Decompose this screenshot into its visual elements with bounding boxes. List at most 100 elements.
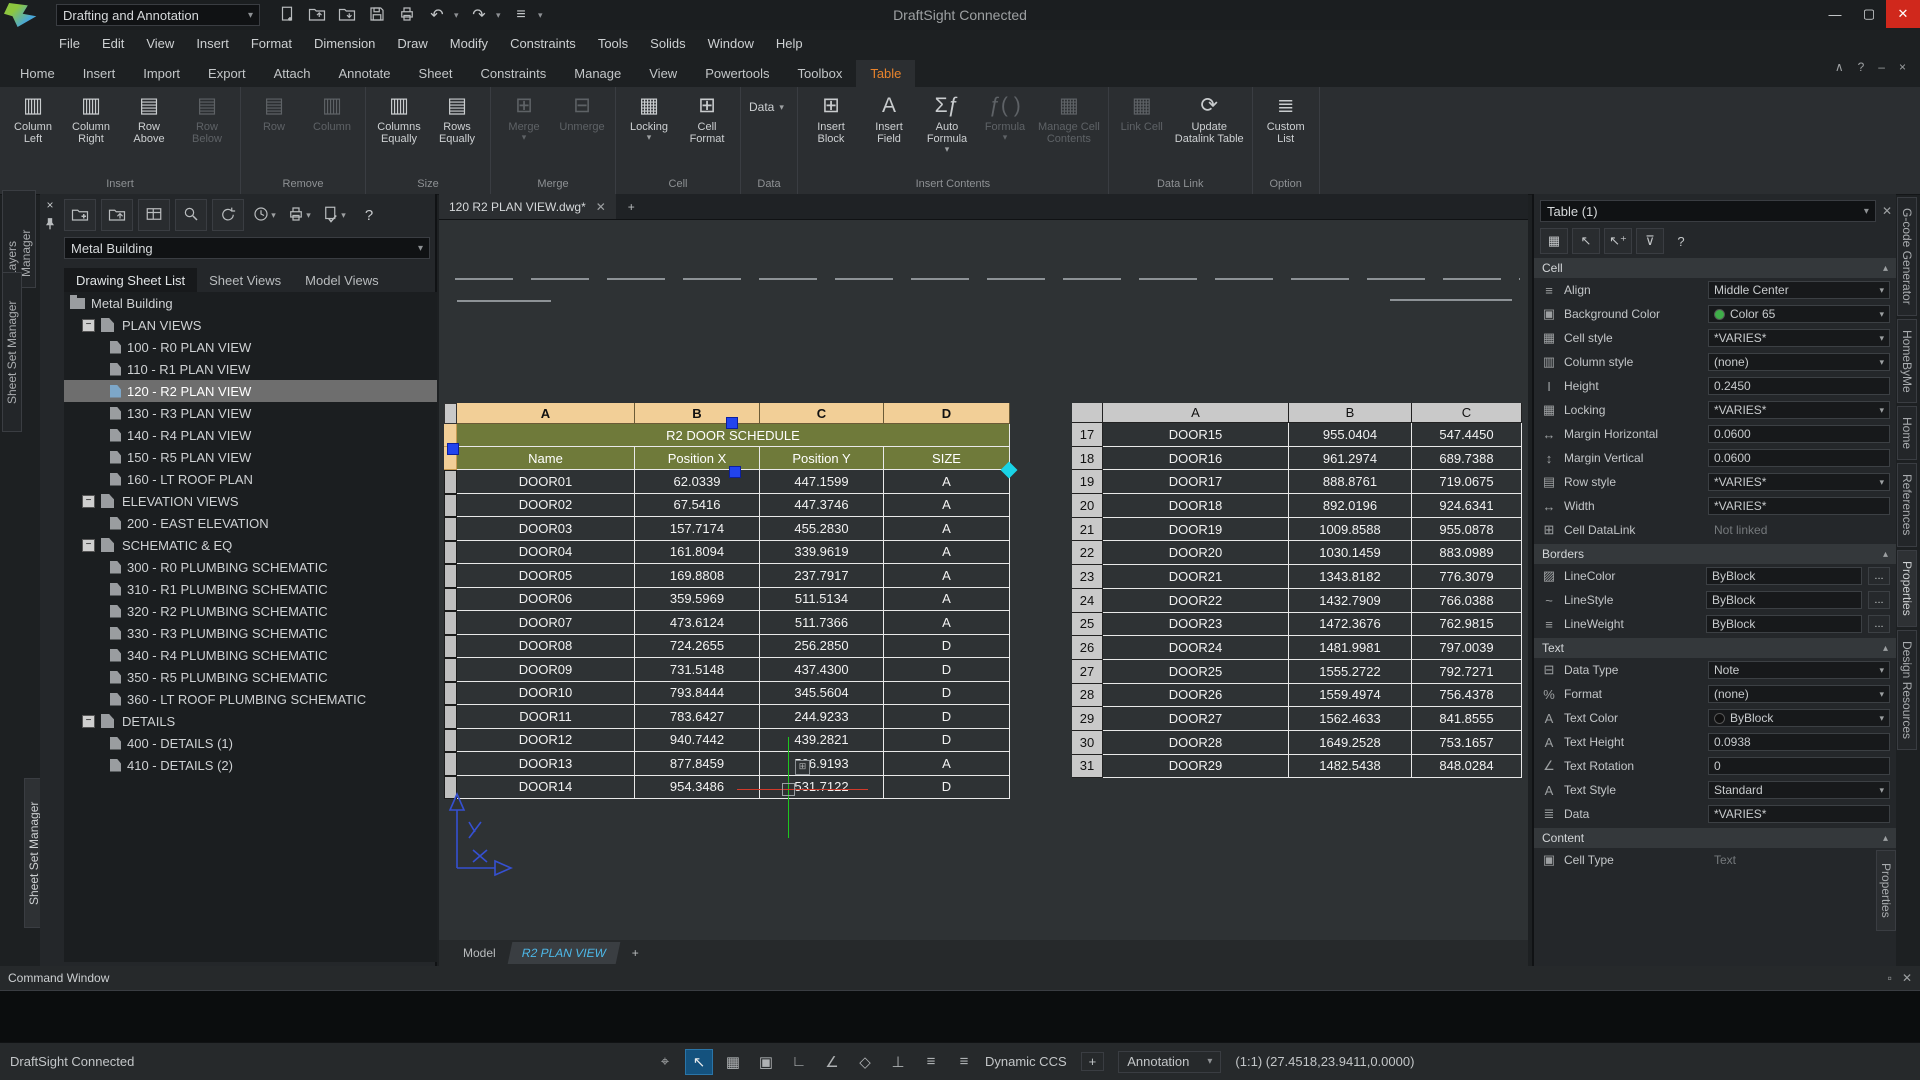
print-button[interactable]: [394, 3, 420, 27]
table-cell[interactable]: 892.0196: [1289, 494, 1412, 518]
property-value-dropdown[interactable]: Middle Center ▾: [1708, 281, 1890, 299]
table-cell[interactable]: 689.7388: [1412, 446, 1522, 471]
close-icon[interactable]: ×: [1899, 60, 1906, 74]
dock-tab-homebyme[interactable]: HomeByMe: [1897, 318, 1917, 404]
ribbon-button-column-left[interactable]: ▥ Column Left: [4, 89, 62, 174]
column-letter[interactable]: C: [1412, 403, 1522, 423]
new-sheet-set-button[interactable]: [64, 199, 96, 231]
property-value-field[interactable]: ByBlock: [1706, 615, 1862, 633]
property-value-dropdown[interactable]: ByBlock ▾: [1708, 709, 1890, 727]
ribbon-tab-attach[interactable]: Attach: [260, 60, 325, 87]
table-cell[interactable]: A: [884, 752, 1010, 776]
table-cell[interactable]: DOOR08: [457, 634, 635, 658]
row-number[interactable]: 31: [1072, 754, 1103, 779]
row-handle[interactable]: [444, 587, 457, 611]
table-cell[interactable]: 924.6341: [1412, 494, 1522, 518]
row-handle[interactable]: [444, 493, 457, 517]
tree-item-310-r1-plumbing-schematic[interactable]: 310 - R1 PLUMBING SCHEMATIC: [64, 578, 437, 600]
command-input-area[interactable]: [0, 990, 1920, 1042]
table-cell[interactable]: 345.5604: [760, 681, 884, 705]
table-cell[interactable]: D: [884, 728, 1010, 752]
collapse-icon[interactable]: −: [82, 494, 95, 508]
table-cell[interactable]: DOOR05: [457, 564, 635, 588]
ribbon-button-locking[interactable]: ▦ Locking ▾: [620, 89, 678, 174]
table-cell[interactable]: D: [884, 705, 1010, 729]
table-cell[interactable]: 161.8094: [635, 540, 760, 564]
row-handle[interactable]: [444, 705, 457, 729]
row-number[interactable]: 21: [1072, 517, 1103, 542]
table-cell[interactable]: 359.5969: [635, 587, 760, 611]
ribbon-tab-view[interactable]: View: [635, 60, 691, 87]
table-cell[interactable]: DOOR25: [1103, 659, 1289, 684]
new-sheet-tab-button[interactable]: +: [620, 942, 651, 964]
table-cell[interactable]: A: [884, 564, 1010, 588]
header-cell[interactable]: Position Y: [760, 447, 884, 470]
row-handle[interactable]: [444, 752, 457, 776]
table-cell[interactable]: D: [884, 775, 1010, 799]
tree-group-schematic-eq[interactable]: − SCHEMATIC & EQ: [64, 534, 437, 556]
section-header-text[interactable]: Text ▴: [1534, 638, 1896, 658]
menu-constraints[interactable]: Constraints: [499, 30, 587, 57]
property-value-dropdown[interactable]: *VARIES* ▾: [1708, 329, 1890, 347]
sheet-set-selector[interactable]: Metal Building ▾: [64, 237, 430, 259]
dock-tab-sheet-set-manager[interactable]: Sheet Set Manager: [2, 272, 22, 432]
close-document-icon[interactable]: ✕: [596, 200, 606, 214]
table-cell[interactable]: DOOR12: [457, 728, 635, 752]
collapse-icon[interactable]: −: [82, 318, 95, 332]
ellipsis-button[interactable]: ...: [1868, 615, 1890, 633]
property-value-dropdown[interactable]: Note ▾: [1708, 661, 1890, 679]
maximize-button[interactable]: ▢: [1852, 0, 1886, 28]
table-cell[interactable]: DOOR16: [1103, 446, 1289, 471]
lineweight-icon[interactable]: ≡: [951, 1050, 977, 1074]
ribbon-tab-home[interactable]: Home: [6, 60, 69, 87]
etrack-icon[interactable]: ⊥: [885, 1050, 911, 1074]
row-handle[interactable]: [444, 517, 457, 541]
table-cell[interactable]: 877.8459: [635, 752, 760, 776]
table-cell[interactable]: A: [884, 470, 1010, 494]
ribbon-button-row-above[interactable]: ▤ Row Above: [120, 89, 178, 174]
door-schedule-table[interactable]: A B C D R2 DOOR SCHEDULE Name Position X Positi…: [444, 403, 1010, 799]
tree-item-200-east-elevation[interactable]: 200 - EAST ELEVATION: [64, 512, 437, 534]
table-cell[interactable]: 841.8555: [1412, 707, 1522, 731]
table-cell[interactable]: 1481.9981: [1289, 636, 1412, 660]
table-cell[interactable]: A: [884, 587, 1010, 611]
open-sheet-set-button[interactable]: [101, 199, 133, 231]
menu-view[interactable]: View: [135, 30, 185, 57]
table-cell[interactable]: 1482.5438: [1289, 754, 1412, 779]
column-letter[interactable]: C: [760, 403, 884, 424]
row-number[interactable]: 19: [1072, 470, 1103, 495]
annotation-scale-selector[interactable]: Annotation ▾: [1118, 1050, 1222, 1073]
ribbon-tab-manage[interactable]: Manage: [560, 60, 635, 87]
table-cell[interactable]: 940.7442: [635, 728, 760, 752]
table-cell[interactable]: DOOR18: [1103, 494, 1289, 518]
table-cell[interactable]: DOOR28: [1103, 730, 1289, 755]
ribbon-button-data[interactable]: Data ▾: [745, 97, 793, 113]
chevron-down-icon[interactable]: ▾: [454, 10, 462, 21]
table-cell[interactable]: DOOR26: [1103, 683, 1289, 708]
table-cell[interactable]: DOOR24: [1103, 636, 1289, 660]
table-cell[interactable]: 511.5134: [760, 587, 884, 611]
table-cell[interactable]: A: [884, 611, 1010, 635]
snap-settings-icon[interactable]: ⌖: [652, 1050, 678, 1074]
ribbon-tab-import[interactable]: Import: [129, 60, 194, 87]
row-handle[interactable]: [444, 611, 457, 635]
table-cell[interactable]: DOOR13: [457, 752, 635, 776]
table-cell[interactable]: DOOR29: [1103, 754, 1289, 779]
property-value-field[interactable]: *VARIES*: [1708, 497, 1890, 515]
ribbon-tab-powertools[interactable]: Powertools: [691, 60, 783, 87]
row-handle[interactable]: [444, 658, 457, 682]
row-number[interactable]: 18: [1072, 446, 1103, 471]
table-cell[interactable]: 883.0989: [1412, 541, 1522, 566]
header-cell[interactable]: SIZE: [884, 447, 1010, 470]
header-cell[interactable]: Position X: [635, 447, 760, 470]
minimize-button[interactable]: —: [1818, 0, 1852, 28]
print-button[interactable]: ▾: [284, 200, 314, 230]
ribbon-button-column[interactable]: ▥ Column: [303, 89, 361, 174]
table-cell[interactable]: 244.9233: [760, 705, 884, 729]
table-cell[interactable]: DOOR10: [457, 681, 635, 705]
table-cell[interactable]: DOOR17: [1103, 470, 1289, 495]
row-handle[interactable]: [444, 634, 457, 658]
chevron-down-icon[interactable]: ▾: [496, 10, 504, 21]
table-cell[interactable]: 157.7174: [635, 517, 760, 541]
table-cell[interactable]: 961.2974: [1289, 446, 1412, 471]
